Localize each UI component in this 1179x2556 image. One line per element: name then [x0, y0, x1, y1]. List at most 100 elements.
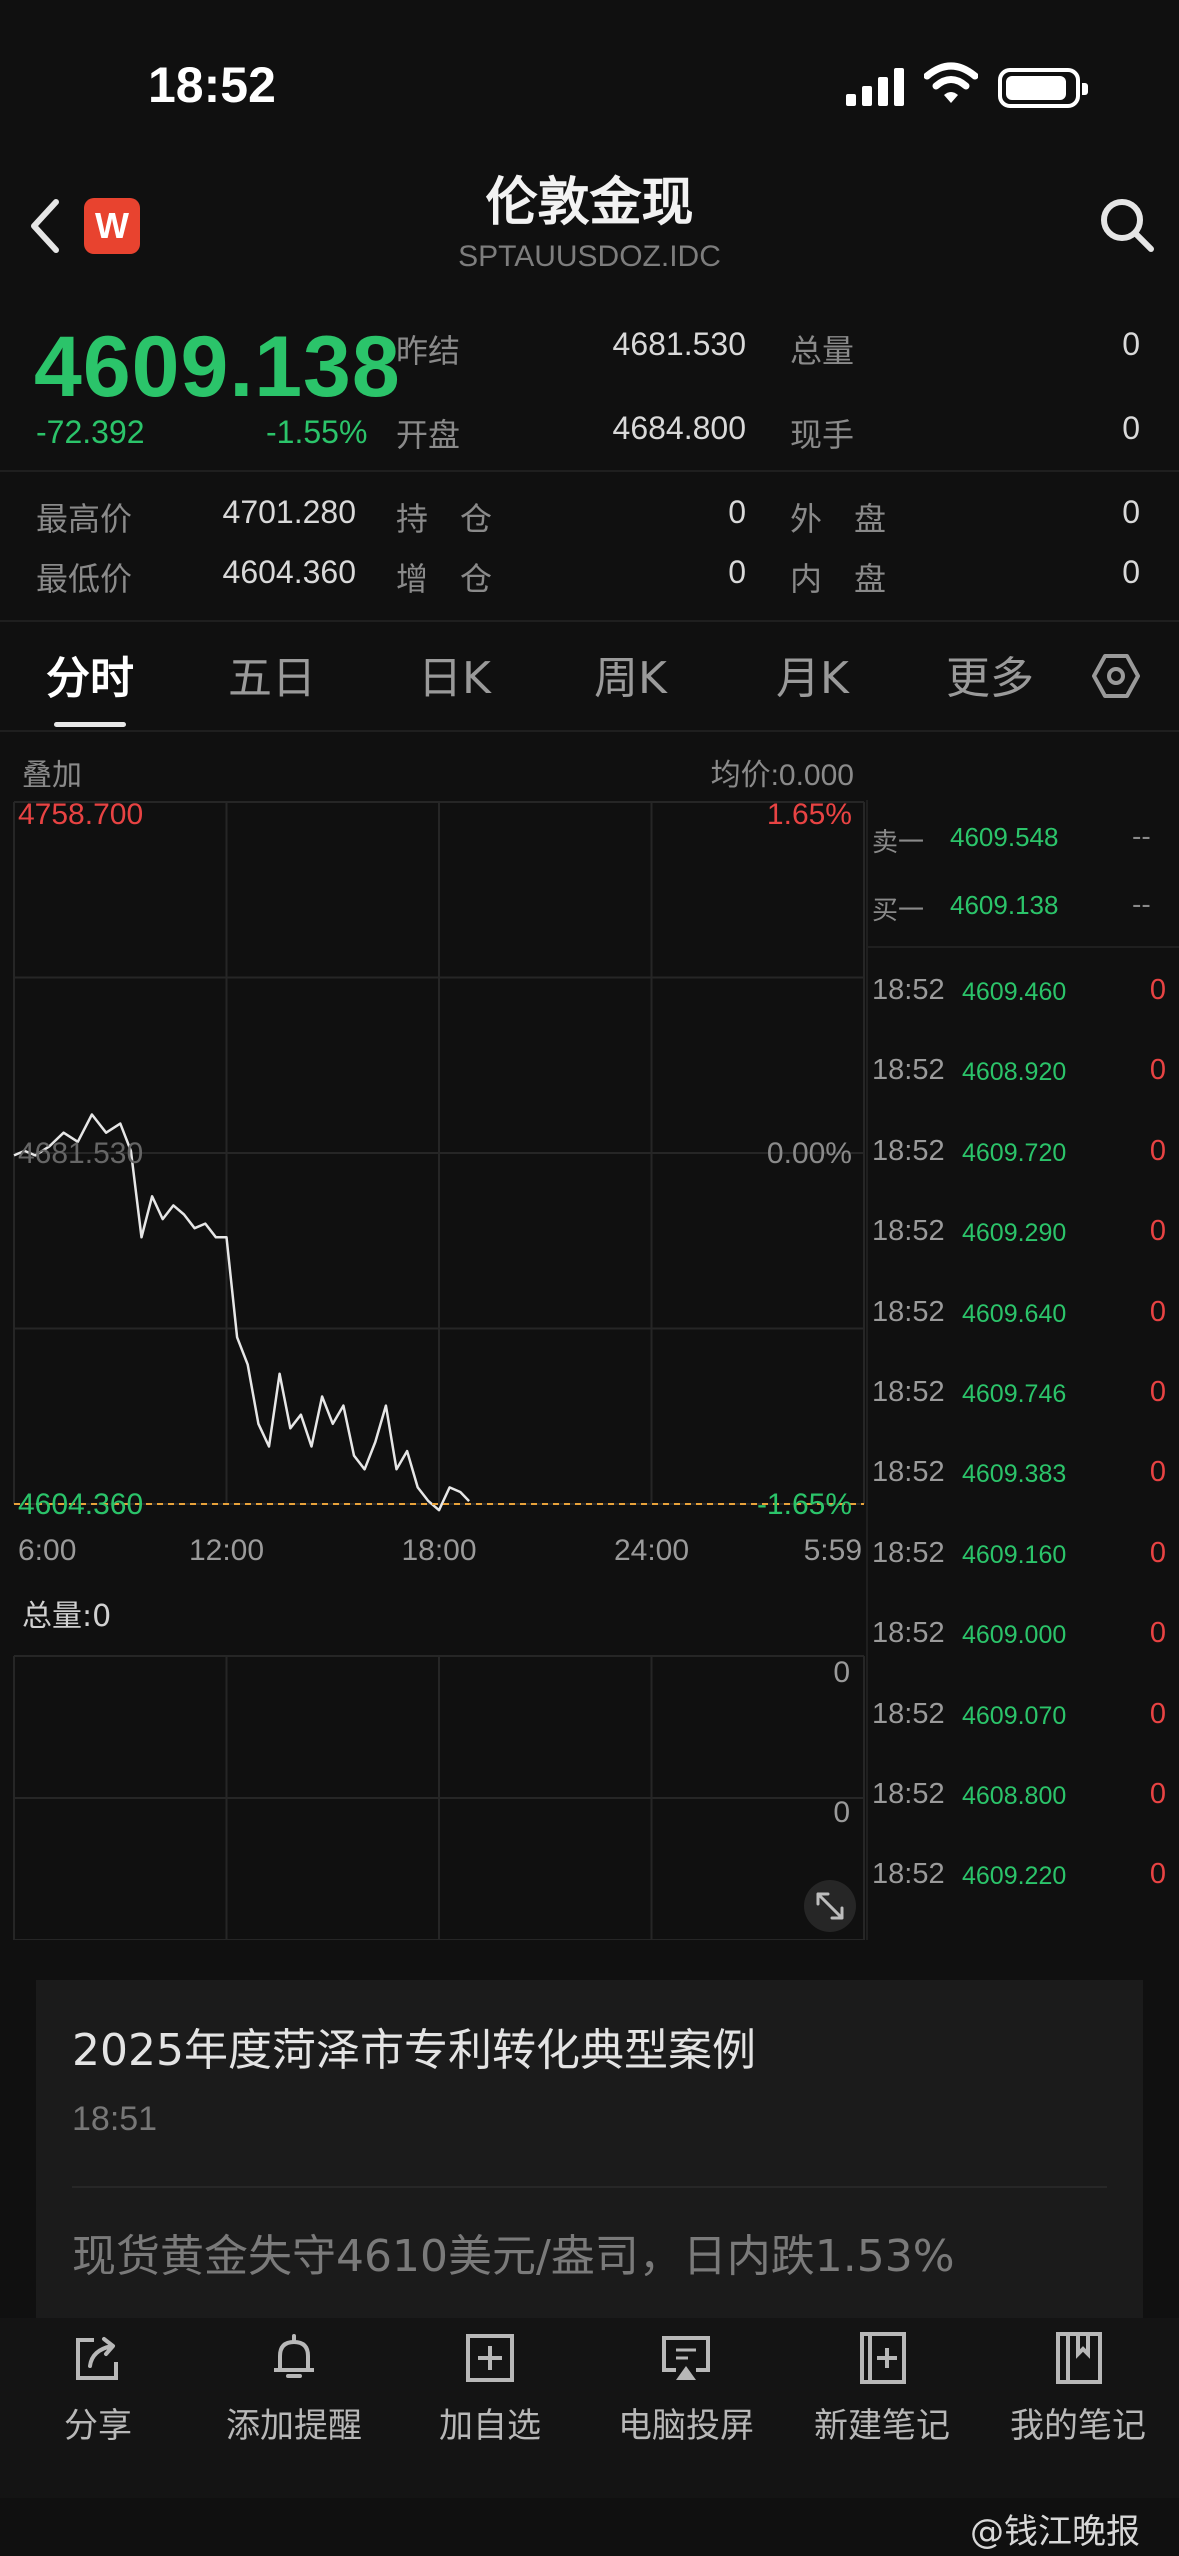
- active-tab-indicator: [54, 722, 126, 727]
- news-time: 18:51: [72, 2100, 158, 2138]
- new-note-icon: [860, 2332, 906, 2384]
- tick-volume: 0: [1149, 1617, 1166, 1650]
- page-title: 伦敦金现: [485, 173, 694, 233]
- add-alert-label: 添加提醒: [226, 2406, 362, 2446]
- price-change-percent: -1.55%: [266, 414, 368, 450]
- new-note-label: 新建笔记: [814, 2406, 950, 2446]
- stat-value-total-volume: 0: [1122, 326, 1140, 362]
- notebook-icon: [1056, 2332, 1102, 2384]
- tick-price: 4609.383: [962, 1460, 1067, 1489]
- tick-price: 4609.070: [962, 1701, 1067, 1730]
- expand-icon[interactable]: [804, 1880, 856, 1932]
- ask-label: 卖一: [872, 828, 925, 858]
- tick-time: 18:52: [872, 1536, 945, 1569]
- total-volume-label: 总量:0: [22, 1599, 111, 1634]
- tick-volume: 0: [1149, 1376, 1166, 1408]
- status-time: 18:52: [148, 57, 276, 113]
- symbol-code: SPTAUUSDOZ.IDC: [458, 240, 721, 273]
- tab-more[interactable]: 更多: [946, 642, 1034, 706]
- tab-weekly-k[interactable]: 周K: [594, 642, 667, 706]
- news-title[interactable]: 现货黄金失守4610美元/盎司，日内跌1.53%: [72, 2220, 955, 2284]
- stat-label-current-lot: 现手: [790, 416, 855, 454]
- y-tick-pct-high: 1.65%: [767, 798, 852, 831]
- volume-tick: 0: [833, 1796, 850, 1829]
- tick-volume: 0: [1149, 1295, 1166, 1328]
- tick-price: 4609.720: [962, 1138, 1067, 1167]
- average-price: 均价:0.000: [710, 759, 854, 792]
- chart-grid: [13, 801, 865, 1940]
- settings-icon[interactable]: [1092, 652, 1140, 700]
- tick-volume: 0: [1149, 974, 1166, 1006]
- x-tick: 24:00: [614, 1534, 689, 1567]
- tick-price: 4609.220: [962, 1862, 1067, 1891]
- divider: [866, 800, 868, 1940]
- tick-volume: 0: [1149, 1215, 1166, 1248]
- x-tick: 6:00: [18, 1534, 76, 1567]
- stat-label-open-interest: 持 仓: [396, 500, 493, 538]
- bid-price: 4609.138: [950, 890, 1059, 920]
- add-watchlist-button[interactable]: 加自选: [392, 2330, 588, 2447]
- ask-price: 4609.548: [950, 822, 1059, 852]
- screen-cast-icon: [662, 2336, 710, 2380]
- stat-label-outer-volume: 外 盘: [790, 500, 887, 538]
- tick-time: 18:52: [872, 1697, 945, 1730]
- tick-price: 4609.290: [962, 1219, 1067, 1248]
- share-icon: [76, 2337, 118, 2380]
- share-button[interactable]: 分享: [0, 2330, 196, 2447]
- tick-price: 4608.800: [962, 1782, 1067, 1810]
- wifi-icon: [924, 62, 978, 103]
- tick-time: 18:52: [872, 1617, 945, 1650]
- tick-time: 18:52: [872, 974, 945, 1006]
- share-label: 分享: [64, 2406, 132, 2446]
- tab-daily-k[interactable]: 日K: [418, 642, 491, 706]
- tab-five-day[interactable]: 五日: [228, 642, 316, 706]
- price-line: [13, 1113, 470, 1512]
- stat-value-oi-change: 0: [728, 554, 746, 590]
- tick-volume: 0: [1149, 1536, 1166, 1569]
- tick-price: 4609.746: [962, 1380, 1067, 1408]
- tick-time: 18:52: [872, 1134, 945, 1167]
- x-tick: 12:00: [189, 1534, 264, 1567]
- new-note-button[interactable]: 新建笔记: [784, 2330, 980, 2447]
- stat-label-total-volume: 总量: [790, 332, 855, 370]
- news-title[interactable]: 2025年度菏泽市专利转化典型案例: [72, 2014, 756, 2078]
- stat-value-current-lot: 0: [1122, 410, 1140, 446]
- screen-cast-label: 电脑投屏: [618, 2406, 754, 2446]
- y-tick-low: 4604.360: [18, 1488, 143, 1521]
- stat-value-prev-settle: 4681.530: [612, 326, 746, 362]
- divider: [0, 730, 1179, 732]
- intraday-chart[interactable]: 4758.700 4681.530 4604.360 1.65% 0.00% -…: [0, 790, 866, 1940]
- tick-price: 4608.920: [962, 1058, 1067, 1087]
- tick-time: 18:52: [872, 1295, 945, 1328]
- tick-volume: 0: [1149, 1456, 1166, 1489]
- tick-price: 4609.160: [962, 1540, 1067, 1569]
- tick-volume: 0: [1149, 1858, 1166, 1891]
- x-tick: 5:59: [804, 1534, 862, 1567]
- my-notes-button[interactable]: 我的笔记: [980, 2330, 1176, 2447]
- stat-value-open-interest: 0: [728, 494, 746, 530]
- stat-value-inner-volume: 0: [1122, 554, 1140, 590]
- tick-time: 18:52: [872, 1215, 945, 1248]
- my-notes-label: 我的笔记: [1010, 2406, 1146, 2446]
- tab-intraday[interactable]: 分时: [46, 642, 134, 706]
- last-price: 4609.138: [34, 319, 401, 415]
- x-tick: 18:00: [401, 1534, 476, 1567]
- overlay-button[interactable]: 叠加: [22, 750, 82, 794]
- divider: [0, 620, 1179, 622]
- add-alert-button[interactable]: 添加提醒: [196, 2330, 392, 2447]
- add-watchlist-label: 加自选: [439, 2406, 541, 2446]
- stat-label-open: 开盘: [396, 416, 461, 454]
- divider: [868, 946, 1179, 948]
- tick-price: 4609.460: [962, 978, 1067, 1006]
- divider: [0, 470, 1179, 472]
- screen-cast-button[interactable]: 电脑投屏: [588, 2330, 784, 2447]
- tick-price: 4609.640: [962, 1299, 1067, 1328]
- tab-monthly-k[interactable]: 月K: [776, 642, 849, 706]
- bid-volume: --: [1132, 890, 1151, 920]
- search-icon[interactable]: [1098, 196, 1156, 254]
- tick-time: 18:52: [872, 1456, 945, 1489]
- tick-time: 18:52: [872, 1054, 945, 1087]
- stat-label-inner-volume: 内 盘: [790, 560, 887, 598]
- volume-tick: 0: [833, 1656, 850, 1689]
- stat-value-low: 4604.360: [222, 554, 356, 590]
